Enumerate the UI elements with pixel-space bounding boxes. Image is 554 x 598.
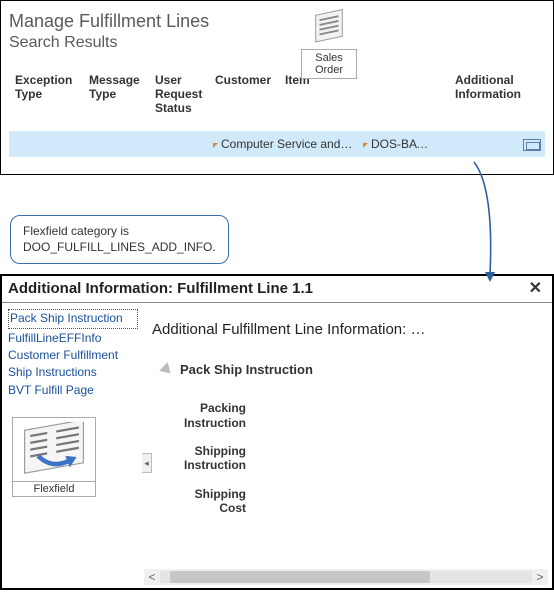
details-icon[interactable]: [523, 139, 541, 151]
field-shipping-instruction: Shipping Instruction: [166, 444, 246, 473]
col-customer[interactable]: Customer: [209, 70, 279, 119]
cell-item[interactable]: DOS-BAT…: [359, 137, 439, 151]
dialog-title: Additional Information: Fulfillment Line…: [8, 280, 313, 297]
sales-order-label: Sales Order: [301, 49, 357, 79]
cell-customer[interactable]: Computer Service and R…: [209, 137, 359, 151]
sales-order-tile[interactable]: Sales Order: [301, 7, 357, 79]
link-marker-icon: [363, 137, 371, 151]
horizontal-scrollbar[interactable]: < >: [144, 569, 548, 585]
section-label: Pack Ship Instruction: [180, 362, 313, 377]
table-row[interactable]: Computer Service and R… DOS-BAT…: [9, 131, 545, 157]
scroll-track[interactable]: [160, 571, 532, 583]
page-title: Manage Fulfillment Lines: [9, 11, 545, 32]
dialog-content: Additional Fulfillment Line Information:…: [142, 303, 552, 589]
scroll-right-arrow[interactable]: >: [532, 570, 548, 584]
close-button[interactable]: ✕: [525, 278, 546, 298]
link-pack-ship-instruction[interactable]: Pack Ship Instruction: [8, 309, 138, 328]
col-additional-info[interactable]: Additional Information: [449, 70, 539, 119]
collapse-handle[interactable]: ◂: [142, 453, 152, 473]
flexfield-tile[interactable]: Flexfield: [12, 417, 96, 497]
scroll-thumb[interactable]: [170, 571, 430, 583]
content-title: Additional Fulfillment Line Information:…: [152, 321, 552, 338]
link-fulfilllineeffinfo[interactable]: FulfillLineEFFInfo: [8, 330, 138, 347]
scroll-left-arrow[interactable]: <: [144, 570, 160, 584]
cell-additional-info[interactable]: [439, 137, 545, 151]
field-shipping-cost: Shipping Cost: [166, 487, 246, 516]
flexfield-label: Flexfield: [12, 482, 96, 497]
link-bvt-fulfill-page[interactable]: BVT Fulfill Page: [8, 382, 138, 399]
context-links: Pack Ship Instruction FulfillLineEFFInfo…: [2, 303, 142, 589]
additional-info-dialog: Additional Information: Fulfillment Line…: [0, 274, 554, 590]
annotation: Flexfield category is DOO_FULFILL_LINES_…: [10, 215, 554, 264]
annotation-line2: DOO_FULFILL_LINES_ADD_INFO.: [23, 240, 216, 254]
link-customer-fulfillment[interactable]: Customer Fulfillment: [8, 347, 138, 364]
section-pack-ship-instruction[interactable]: Pack Ship Instruction: [162, 362, 552, 377]
grid-header: Exception Type Message Type User Request…: [9, 70, 545, 119]
link-ship-instructions[interactable]: Ship Instructions: [8, 364, 138, 381]
manage-lines-panel: Manage Fulfillment Lines Search Results …: [0, 0, 554, 175]
sales-order-icon: [310, 7, 348, 45]
disclosure-icon[interactable]: [159, 362, 175, 378]
col-message-type[interactable]: Message Type: [83, 70, 149, 119]
col-exception-type[interactable]: Exception Type: [9, 70, 83, 119]
page-subtitle: Search Results: [9, 34, 545, 52]
field-packing-instruction: Packing Instruction: [166, 401, 246, 430]
flexfield-icon: [12, 417, 96, 482]
link-marker-icon: [213, 137, 221, 151]
annotation-line1: Flexfield category is: [23, 224, 129, 238]
col-user-request-status[interactable]: User Request Status: [149, 70, 209, 119]
